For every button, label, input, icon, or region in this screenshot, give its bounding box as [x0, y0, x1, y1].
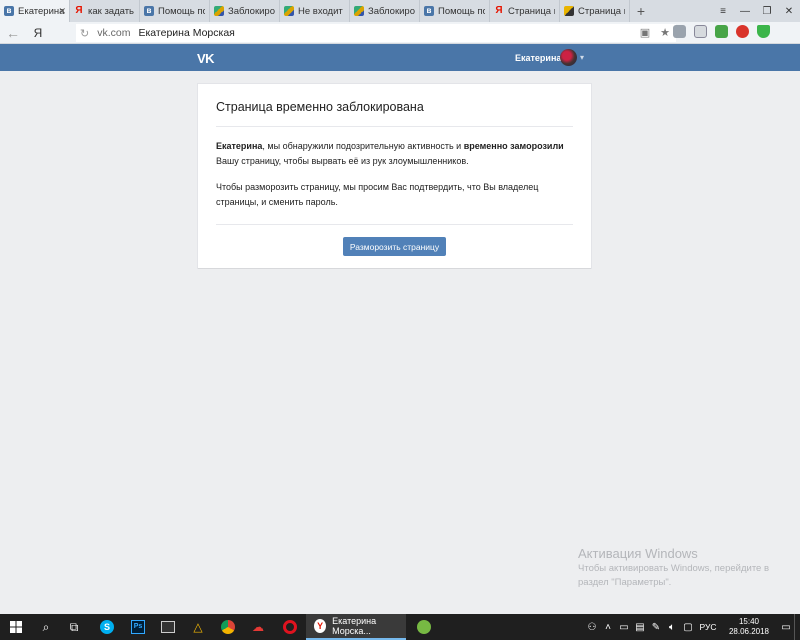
chevron-down-icon[interactable]: ▾: [580, 53, 584, 62]
action-center-icon[interactable]: ▭: [778, 622, 794, 633]
tab-label: как задать в: [88, 5, 135, 17]
tray-expand-icon[interactable]: ˄: [600, 622, 616, 633]
tab-label: Заблокиров: [368, 5, 415, 17]
browser-tab[interactable]: Якак задать в: [70, 0, 140, 22]
image-favicon-icon: [214, 6, 224, 16]
vk-favicon-icon: в: [424, 6, 434, 16]
close-window-icon[interactable]: ✕: [778, 0, 800, 22]
browser-tab[interactable]: в Помощь по: [420, 0, 490, 22]
browser-tab[interactable]: Не входит В: [280, 0, 350, 22]
torrent-icon[interactable]: [410, 614, 438, 640]
watermark-line1: Чтобы активировать Windows, перейдите в: [578, 563, 770, 574]
unfreeze-page-button[interactable]: Разморозить страницу: [343, 237, 446, 256]
url-page-title: Екатерина Морская: [138, 27, 235, 39]
people-icon[interactable]: ⚇: [584, 622, 600, 633]
url-actions: ▣ ★: [640, 26, 670, 39]
language-indicator[interactable]: РУС: [696, 622, 720, 632]
shield-icon[interactable]: [757, 25, 770, 38]
show-desktop-button[interactable]: [794, 614, 800, 640]
photoshop-icon[interactable]: Ps: [124, 614, 152, 640]
menu-icon[interactable]: ≡: [712, 0, 734, 22]
divider: [216, 224, 573, 225]
reload-icon[interactable]: ↻: [80, 27, 89, 40]
tab-label: Помощь по: [438, 5, 485, 17]
instruction-paragraph: Чтобы разморозить страницу, мы просим Ва…: [216, 182, 539, 207]
extension-icon[interactable]: [715, 25, 728, 38]
divider: [216, 126, 573, 127]
tab-label: Страница вр: [578, 5, 625, 17]
yandex-favicon-icon: Я: [75, 5, 83, 16]
ccleaner-icon[interactable]: ☁: [244, 614, 272, 640]
url-field[interactable]: ↻ vk.com Екатерина Морская ▣ ★: [76, 24, 676, 42]
card-title: Страница временно заблокирована: [216, 100, 424, 114]
clock[interactable]: 15:40 28.06.2018: [720, 617, 778, 637]
windows-start-icon[interactable]: [2, 614, 30, 640]
watermark-line2: раздел "Параметры".: [578, 577, 672, 588]
warning-text-a: , мы обнаружили подозрительную активност…: [262, 141, 464, 151]
extension-icon[interactable]: [673, 25, 686, 38]
browser-tab[interactable]: в Екатерина ✕: [0, 0, 70, 22]
extension-icon[interactable]: [694, 25, 707, 38]
browser-tab[interactable]: Заблокиров: [350, 0, 420, 22]
blocked-page-card: Страница временно заблокирована Екатерин…: [198, 84, 591, 268]
warning-paragraph: Екатерина, мы обнаружили подозрительную …: [216, 139, 573, 169]
yandex-favicon-icon: Я: [495, 5, 503, 16]
window-controls: ≡ — ❐ ✕: [712, 0, 800, 22]
browser-tab-bar: вЕкатерина✕Якак задать ввПомощь поЗаблок…: [0, 0, 800, 22]
skype-icon[interactable]: S: [93, 614, 121, 640]
clock-date: 28.06.2018: [728, 627, 770, 636]
avatar[interactable]: [560, 49, 577, 66]
url-domain: vk.com: [97, 27, 131, 39]
vk-logo[interactable]: VK: [197, 51, 215, 66]
browser-tab[interactable]: Я Страница вр: [490, 0, 560, 22]
vk-favicon-icon: в: [4, 6, 14, 16]
network-icon[interactable]: ▭: [616, 622, 632, 633]
minimize-icon[interactable]: —: [734, 0, 756, 22]
extensions-area: [673, 25, 770, 38]
opera-icon[interactable]: [276, 614, 304, 640]
watermark-title: Активация Windows: [578, 546, 698, 561]
extension-icon[interactable]: [736, 25, 749, 38]
display-icon[interactable]: ▤: [632, 622, 648, 633]
bookmark-star-icon[interactable]: ★: [660, 26, 670, 39]
windows-taskbar: ⌕ ⧉ S Ps △ ☁ Y Екатерина Морска... ⚇ ˄ ▭…: [0, 614, 800, 640]
warning-bold: временно заморозили: [463, 141, 564, 151]
address-bar: ← Я ↻ vk.com Екатерина Морская ▣ ★: [0, 22, 800, 44]
volume-icon[interactable]: 🔈︎: [664, 622, 680, 633]
chrome-icon[interactable]: [214, 614, 242, 640]
yandex-browser-icon: Y: [314, 619, 327, 633]
tab-label: Помощь по: [158, 5, 205, 17]
maximize-icon[interactable]: ❐: [756, 0, 778, 22]
image-favicon-icon: [354, 6, 364, 16]
back-arrow-icon[interactable]: ←: [0, 25, 26, 41]
notification-icon[interactable]: ▢: [680, 622, 696, 633]
tab-label: Не входит В: [298, 5, 345, 17]
user-name-bold: Екатерина: [216, 141, 263, 151]
reader-mode-icon[interactable]: ▣: [640, 26, 650, 39]
taskbar-active-app[interactable]: Y Екатерина Морска...: [306, 614, 406, 640]
pen-icon[interactable]: ✎: [648, 622, 664, 633]
new-tab-button[interactable]: +: [630, 0, 652, 22]
system-tray: ⚇ ˄ ▭ ▤ ✎ 🔈︎ ▢ РУС 15:40 28.06.2018 ▭: [584, 614, 800, 640]
clock-time: 15:40: [738, 617, 760, 626]
browser-tab[interactable]: Страница вр: [560, 0, 630, 22]
app-warning-icon[interactable]: △: [184, 614, 212, 640]
browser-tab[interactable]: в Помощь по: [140, 0, 210, 22]
tab-label: Заблокиров: [228, 5, 275, 17]
user-name[interactable]: Екатерина: [515, 53, 561, 63]
taskbar-app-label: Екатерина Морска...: [332, 616, 377, 636]
search-icon[interactable]: ⌕: [32, 614, 60, 640]
task-view-icon[interactable]: ⧉: [60, 614, 88, 640]
close-tab-icon[interactable]: ✕: [58, 6, 66, 17]
vk-favicon-icon: в: [144, 6, 154, 16]
media-player-icon[interactable]: [154, 614, 182, 640]
vk-header: VK Екатерина ▾: [0, 44, 800, 71]
yandex-logo[interactable]: Я: [26, 26, 50, 40]
image2-favicon-icon: [564, 6, 574, 16]
windows-activation-watermark: Активация Windows Чтобы активировать Win…: [578, 546, 769, 589]
image-favicon-icon: [284, 6, 294, 16]
browser-tab[interactable]: Заблокиров: [210, 0, 280, 22]
warning-text-b: Вашу страницу, чтобы вырвать её из рук з…: [216, 156, 469, 166]
tab-label: Страница вр: [508, 5, 555, 17]
